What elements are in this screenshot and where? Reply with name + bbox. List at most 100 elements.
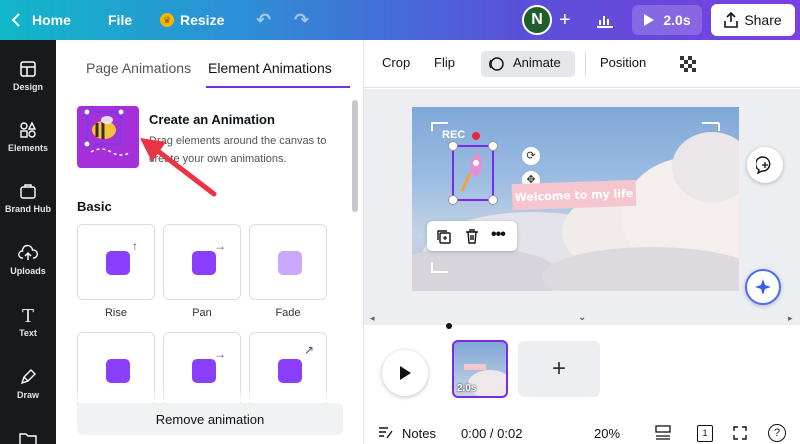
text-icon: T [21, 306, 34, 327]
add-collaborator-button[interactable]: + [559, 0, 571, 40]
flip-button[interactable]: Flip [434, 55, 455, 70]
sidebar-item-brand-hub[interactable]: Brand Hub [0, 182, 56, 214]
sidebar-item-design[interactable]: Design [0, 60, 56, 92]
sidebar-item-label: Brand Hub [5, 204, 51, 214]
duration-label: 2.0s [663, 12, 691, 28]
horizontal-scrollbar[interactable]: ◂ ⌄ ▸ [364, 312, 800, 325]
sidebar-item-label: Design [12, 82, 43, 92]
comment-add-icon [756, 156, 771, 174]
avatar-initial: N [531, 11, 543, 28]
context-toolbar: Crop Flip Animate Position [364, 40, 800, 88]
tab-page-animations[interactable]: Page Animations [86, 60, 191, 76]
shapes-tile-icon [106, 359, 130, 383]
animation-card-pan[interactable]: → [163, 224, 241, 300]
rec-dot-icon [472, 132, 480, 140]
plus-icon: + [559, 8, 571, 31]
remove-animation-button[interactable]: Remove animation [77, 403, 343, 435]
notes-button[interactable]: Notes [402, 426, 436, 441]
playhead-marker[interactable] [446, 323, 452, 329]
resize-handle[interactable] [488, 141, 498, 151]
resize-handle[interactable] [488, 195, 498, 205]
redo-button[interactable]: ↷ [294, 0, 309, 40]
share-button[interactable]: Share [711, 4, 795, 36]
animate-label: Animate [513, 55, 561, 70]
shapes-tile-icon [106, 251, 130, 275]
time-readout: 0:00 / 0:02 [461, 426, 523, 441]
sparkle-icon [755, 279, 771, 295]
sidebar-item-projects[interactable] [0, 430, 56, 444]
transparency-icon[interactable] [680, 56, 696, 72]
list-fade [56, 388, 350, 402]
more-options-icon[interactable]: ••• [491, 226, 506, 244]
avatar[interactable]: N [522, 5, 552, 35]
help-icon: ? [773, 427, 781, 439]
animation-card-rise[interactable]: ↑ [77, 224, 155, 300]
left-sidebar: Design Elements Brand Hub Uploads T Text… [0, 40, 56, 444]
position-button[interactable]: Position [600, 55, 646, 70]
crown-icon: ♛ [160, 13, 174, 27]
timeline-play-button[interactable] [382, 350, 428, 396]
element-floating-toolbar: ••• [427, 221, 517, 251]
undo-icon: ↶ [256, 9, 272, 30]
add-page-button[interactable]: + [518, 341, 600, 397]
rotate-handle-icon[interactable]: ⟳ [522, 147, 540, 165]
panel-scrollbar[interactable] [352, 100, 358, 212]
trash-icon[interactable] [464, 228, 480, 245]
duplicate-icon[interactable] [436, 229, 452, 245]
notes-icon[interactable] [378, 426, 394, 440]
help-button[interactable]: ? [768, 424, 786, 442]
scroll-right-icon[interactable]: ▸ [788, 313, 793, 324]
sidebar-item-text[interactable]: T Text [0, 306, 56, 338]
shapes-icon [20, 121, 37, 138]
sidebar-item-elements[interactable]: Elements [0, 121, 56, 153]
arrow-up-icon: ↑ [132, 239, 138, 253]
canvas-area: REC ⟳ ✥ Welcome to my life ••• [364, 89, 800, 315]
shapes-tile-icon [192, 251, 216, 275]
crop-button[interactable]: Crop [382, 55, 410, 70]
fullscreen-icon[interactable] [733, 426, 747, 440]
toolbar-divider [585, 52, 586, 76]
collapse-timeline-icon[interactable]: ⌄ [578, 312, 586, 323]
file-menu[interactable]: File [108, 0, 132, 40]
magic-assistant-button[interactable] [745, 269, 781, 305]
undo-button[interactable]: ↶ [256, 0, 271, 40]
comment-button[interactable] [747, 147, 783, 183]
resize-handle[interactable] [448, 141, 458, 151]
insights-button[interactable] [596, 0, 614, 40]
page-thumbnail[interactable]: 2.0s [452, 340, 508, 398]
top-bar: Home File ♛ Resize ↶ ↷ N + 2.0s Share [0, 0, 800, 40]
welcome-banner[interactable]: Welcome to my life [511, 179, 637, 211]
resize-button[interactable]: ♛ Resize [160, 0, 224, 40]
file-label: File [108, 12, 133, 28]
play-preview-button[interactable]: 2.0s [632, 5, 702, 35]
shapes-tile-icon [192, 359, 216, 383]
home-button[interactable]: Home [10, 0, 71, 40]
sidebar-item-uploads[interactable]: Uploads [0, 244, 56, 276]
sidebar-item-draw[interactable]: Draw [0, 368, 56, 400]
animation-panel: Page Animations Element Animations Creat… [56, 40, 364, 444]
zoom-level[interactable]: 20% [594, 426, 620, 441]
arrow-right-icon: → [214, 347, 226, 361]
timeline: 2.0s + [364, 323, 800, 418]
share-label: Share [744, 12, 782, 28]
page-count-button[interactable]: 1 [697, 425, 713, 442]
arrow-right-icon: → [214, 239, 226, 253]
basic-section-title: Basic [77, 199, 112, 214]
animation-card-fade[interactable] [249, 224, 327, 300]
rec-label: REC [442, 129, 466, 141]
scroll-left-icon[interactable]: ◂ [370, 313, 375, 324]
arrow-diagonal-icon: ↗ [304, 343, 315, 357]
grid-view-icon[interactable] [655, 425, 671, 441]
tab-element-animations[interactable]: Element Animations [208, 60, 332, 76]
animation-label-rise: Rise [104, 307, 127, 319]
resize-handle[interactable] [448, 195, 458, 205]
folder-icon [19, 433, 37, 444]
design-page[interactable]: REC ⟳ ✥ Welcome to my life ••• [412, 107, 739, 291]
play-icon [400, 366, 411, 380]
page-count: 1 [702, 428, 708, 438]
rocket-element[interactable] [448, 141, 498, 205]
pen-icon [20, 369, 36, 385]
bar-chart-icon [597, 16, 613, 28]
rocket-icon [460, 153, 482, 192]
welcome-text: Welcome to my life [514, 186, 634, 204]
